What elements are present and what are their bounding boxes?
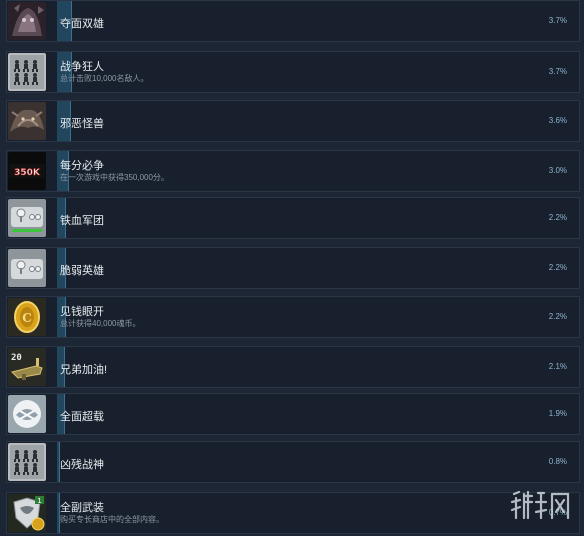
- score-350k-icon: 350K: [8, 152, 46, 190]
- svg-text:20: 20: [11, 353, 22, 363]
- unlock-percentage: 3.6%: [548, 116, 567, 125]
- armored-shield-coin-icon: 1: [8, 494, 46, 532]
- unlock-percentage: 3.7%: [548, 67, 567, 76]
- gold-coin-icon: C: [8, 298, 46, 336]
- achievement-row[interactable]: 战争狂人 总计击败10,000名敌人。 3.7%: [6, 51, 580, 93]
- achievement-title: 铁血军团: [60, 215, 104, 227]
- twenty-weapon-icon: 20: [8, 348, 46, 386]
- svg-text:C: C: [22, 311, 32, 325]
- achievement-row[interactable]: 全面超载 1.9%: [6, 393, 580, 435]
- achievement-row[interactable]: 脆弱英雄 2.2%: [6, 247, 580, 289]
- unlock-percentage: 3.0%: [548, 166, 567, 175]
- achievement-title: 脆弱英雄: [60, 265, 104, 277]
- arcade-joystick-green-icon: [8, 199, 46, 237]
- unlock-percentage: 0.7%: [548, 508, 567, 517]
- achievement-description: 总计获得40,000魂币。: [60, 319, 141, 328]
- achievement-title: 战争狂人: [60, 61, 104, 73]
- achievement-row[interactable]: 350K 每分必争 在一次游戏中获得350,000分。 3.0%: [6, 150, 580, 192]
- achievement-row[interactable]: 1 全副武装 购买专长商店中的全部内容。 0.7%: [6, 492, 580, 534]
- unlock-percentage: 0.8%: [548, 457, 567, 466]
- overload-badge-icon: [8, 395, 46, 433]
- achievement-row[interactable]: C 见钱眼开 总计获得40,000魂币。 2.2%: [6, 296, 580, 338]
- achievement-list: 夺面双雄 3.7% 战争狂人 总计击败10,000名敌人。 3.7% 邪恶怪兽 3.6% 35…: [0, 0, 584, 536]
- unlock-percentage: 3.7%: [548, 16, 567, 25]
- achievement-row[interactable]: 凶残战神 0.8%: [6, 441, 580, 483]
- achievement-title: 夺面双雄: [60, 18, 104, 30]
- achievement-description: 在一次游戏中获得350,000分。: [60, 173, 169, 182]
- soldier-silhouettes-icon: [8, 53, 46, 91]
- achievement-title: 全面超载: [60, 411, 104, 423]
- arcade-joystick-icon: [8, 249, 46, 287]
- achievement-description: 购买专长商店中的全部内容。: [60, 515, 164, 524]
- unlock-percentage: 2.2%: [548, 263, 567, 272]
- achievement-row[interactable]: 铁血军团 2.2%: [6, 197, 580, 239]
- achievement-title: 凶残战神: [60, 459, 104, 471]
- unlock-percentage: 2.2%: [548, 312, 567, 321]
- achievement-title: 每分必争: [60, 160, 104, 172]
- svg-text:1: 1: [37, 497, 41, 505]
- soldier-silhouettes-icon: [8, 443, 46, 481]
- svg-text:350K: 350K: [14, 168, 41, 178]
- achievement-row[interactable]: 20 兄弟加油! 2.1%: [6, 346, 580, 388]
- achievement-row[interactable]: 夺面双雄 3.7%: [6, 0, 580, 42]
- unlock-percentage: 1.9%: [548, 409, 567, 418]
- achievement-title: 兄弟加油!: [60, 364, 108, 376]
- achievement-title: 见钱眼开: [60, 306, 104, 318]
- unlock-percentage: 2.2%: [548, 213, 567, 222]
- achievement-title: 邪恶怪兽: [60, 118, 104, 130]
- achievement-row[interactable]: 邪恶怪兽 3.6%: [6, 100, 580, 142]
- evil-beast-icon: [8, 102, 46, 140]
- unlock-percentage: 2.1%: [548, 362, 567, 371]
- achievement-title: 全副武装: [60, 502, 104, 514]
- achievement-description: 总计击败10,000名敌人。: [60, 74, 149, 83]
- twin-faced-monster-icon: [8, 2, 46, 40]
